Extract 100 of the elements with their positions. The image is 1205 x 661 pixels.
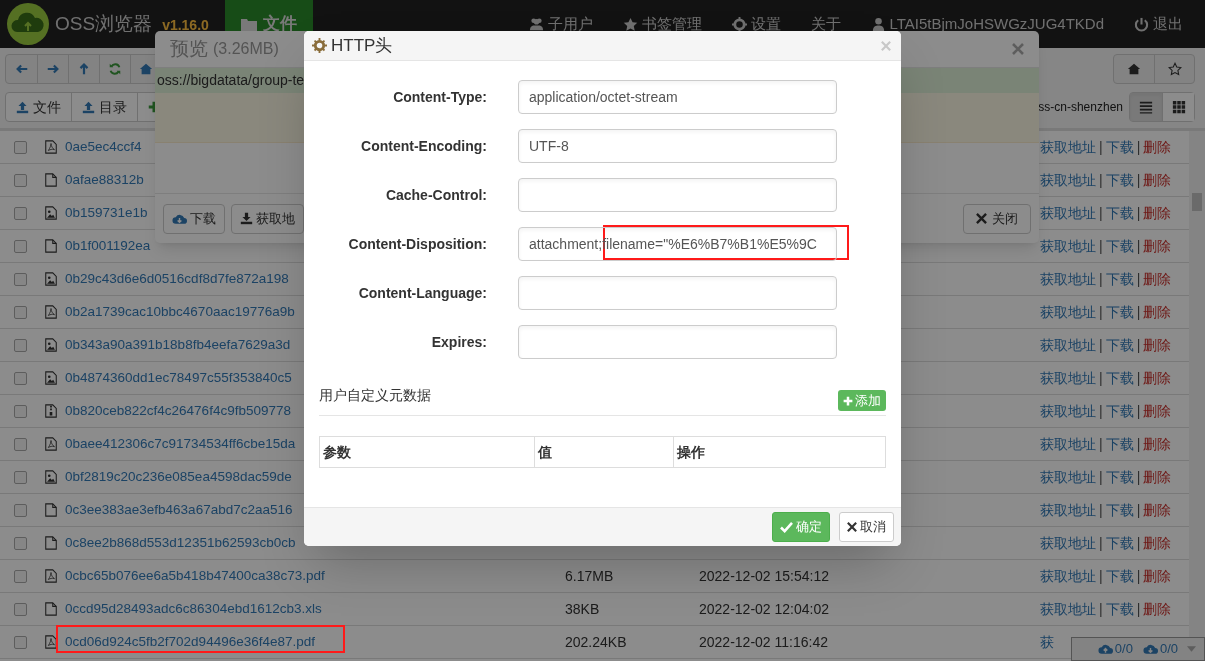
checkbox[interactable] <box>14 602 27 616</box>
action-link[interactable]: 下载 <box>1105 334 1134 356</box>
view-toggle-button[interactable] <box>1130 93 1162 121</box>
action-link[interactable]: 下载 <box>1105 565 1134 587</box>
footer-button[interactable]: 获取地 <box>231 203 304 234</box>
nav-menu-item[interactable]: 子用户 <box>528 12 593 36</box>
text-field[interactable]: application/octet-stream <box>518 80 837 114</box>
add-button[interactable]: 添加 <box>838 390 886 411</box>
action-link[interactable]: 下载 <box>1105 169 1134 191</box>
action-link[interactable]: 下载 <box>1105 136 1134 158</box>
action-link[interactable]: 下载 <box>1105 235 1134 257</box>
checkbox[interactable] <box>14 503 27 517</box>
delete-link[interactable]: 删除 <box>1143 367 1172 389</box>
delete-link[interactable]: 删除 <box>1143 400 1172 422</box>
delete-link[interactable]: 删除 <box>1143 466 1172 488</box>
file-name-link[interactable]: 0ae5ec4ccf4 <box>65 136 142 158</box>
checkbox[interactable] <box>14 173 27 187</box>
action-link[interactable]: 获取地址 <box>1040 136 1096 158</box>
action-link[interactable]: 获取地址 <box>1040 268 1096 290</box>
checkbox[interactable] <box>14 470 27 484</box>
action-link[interactable]: 获取地址 <box>1040 565 1096 587</box>
file-name-link[interactable]: 0cbc65b076ee6a5b418b47400ca38c73.pdf <box>65 565 325 587</box>
action-link[interactable]: 获取地址 <box>1040 169 1096 191</box>
action-link[interactable]: 获取地址 <box>1040 499 1096 521</box>
action-link[interactable]: 获取地址 <box>1040 466 1096 488</box>
action-link[interactable]: 下载 <box>1105 598 1134 620</box>
action-link[interactable]: 获取地址 <box>1040 235 1096 257</box>
file-name-link[interactable]: 0b2a1739cac10bbc4670aac19776a9b <box>65 301 295 323</box>
checkbox[interactable] <box>14 206 27 220</box>
file-name-link[interactable]: 0b343a90a391b18b8fb4eefa7629a3d <box>65 334 291 356</box>
action-link[interactable]: 下载 <box>1105 202 1134 224</box>
checkbox[interactable] <box>14 272 27 286</box>
bookmark-button-group[interactable] <box>1113 54 1195 84</box>
confirm-button[interactable]: 确定 <box>772 512 830 542</box>
action-link[interactable]: 获取地址 <box>1040 202 1096 224</box>
file-name-link[interactable]: 0b820ceb822cf4c26476f4c9fb509778 <box>65 400 291 422</box>
checkbox[interactable] <box>14 635 27 649</box>
delete-link[interactable]: 删除 <box>1143 334 1172 356</box>
delete-link[interactable]: 删除 <box>1143 136 1172 158</box>
view-toggle-group[interactable] <box>1129 92 1195 122</box>
delete-link[interactable]: 删除 <box>1143 598 1172 620</box>
action-link[interactable]: 获取地址 <box>1040 301 1096 323</box>
checkbox[interactable] <box>14 437 27 451</box>
checkbox[interactable] <box>14 140 27 154</box>
file-name-link[interactable]: 0baee412306c7c91734534ff6cbe15da <box>65 433 296 455</box>
delete-link[interactable]: 删除 <box>1143 268 1172 290</box>
checkbox[interactable] <box>14 338 27 352</box>
file-name-link[interactable]: 0afae88312b <box>65 169 144 191</box>
nav-menu-item[interactable]: 设置 <box>731 12 781 36</box>
action-link[interactable]: 下载 <box>1105 268 1134 290</box>
file-name-link[interactable]: 0ccd95d28493adc6c86304ebd1612cb3.xls <box>65 598 322 620</box>
file-name-link[interactable]: 0b1f001192ea <box>65 235 151 257</box>
text-field[interactable] <box>518 325 837 359</box>
checkbox[interactable] <box>14 569 27 583</box>
footer-button[interactable]: 下载 <box>163 203 225 234</box>
action-link[interactable]: 获取地址 <box>1040 367 1096 389</box>
action-link[interactable]: 下载 <box>1105 466 1134 488</box>
action-link[interactable]: 获取地址 <box>1040 598 1096 620</box>
checkbox[interactable] <box>14 536 27 550</box>
action-link[interactable]: 下载 <box>1105 367 1134 389</box>
checkbox[interactable] <box>14 239 27 253</box>
text-field[interactable]: UTF-8 <box>518 129 837 163</box>
upload-button[interactable]: 文件 <box>6 93 71 121</box>
nav-menu-item[interactable]: 关于 <box>810 12 841 36</box>
upload-button[interactable]: 目录 <box>71 93 137 121</box>
delete-link[interactable]: 删除 <box>1143 235 1172 257</box>
nav-menu-item[interactable]: LTAI5tBjmJoHSWGzJUG4TKDd <box>870 12 1104 36</box>
action-link[interactable]: 获 <box>1040 631 1054 653</box>
file-name-link[interactable]: 0bf2819c20c236e085ea4598dac59de <box>65 466 292 488</box>
cancel-button[interactable]: 取消 <box>839 512 894 542</box>
action-link[interactable]: 下载 <box>1105 301 1134 323</box>
action-link[interactable]: 下载 <box>1105 433 1134 455</box>
checkbox[interactable] <box>14 305 27 319</box>
close-button[interactable]: 关闭 <box>963 203 1031 234</box>
action-link[interactable]: 获取地址 <box>1040 400 1096 422</box>
file-name-link[interactable]: 0b4874360dd1ec78497c55f353840c5 <box>65 367 292 389</box>
checkbox[interactable] <box>14 404 27 418</box>
file-name-link[interactable]: 0cd06d924c5fb2f702d94496e36f4e87.pdf <box>65 631 315 653</box>
text-field[interactable] <box>518 178 837 212</box>
nav-menu-item[interactable]: 书签管理 <box>622 12 702 36</box>
action-link[interactable]: 下载 <box>1105 499 1134 521</box>
nav-menu-item[interactable]: 退出 <box>1134 12 1183 36</box>
delete-link[interactable]: 删除 <box>1143 532 1172 554</box>
delete-link[interactable]: 删除 <box>1143 202 1172 224</box>
file-name-link[interactable]: 0b29c43d6e6d0516cdf8d7fe872a198 <box>65 268 289 290</box>
file-name-link[interactable]: 0b159731e1b <box>65 202 148 224</box>
file-name-link[interactable]: 0c8ee2b868d553d12351b62593cb0cb <box>65 532 296 554</box>
checkbox[interactable] <box>14 371 27 385</box>
action-link[interactable]: 获取地址 <box>1040 334 1096 356</box>
action-link[interactable]: 获取地址 <box>1040 532 1096 554</box>
delete-link[interactable]: 删除 <box>1143 301 1172 323</box>
delete-link[interactable]: 删除 <box>1143 169 1172 191</box>
text-field[interactable] <box>518 276 837 310</box>
action-link[interactable]: 获取地址 <box>1040 433 1096 455</box>
delete-link[interactable]: 删除 <box>1143 499 1172 521</box>
view-toggle-button[interactable] <box>1162 93 1194 121</box>
file-name-link[interactable]: 0c3ee383ae3efb463a67abd7c2aa516 <box>65 499 293 521</box>
delete-link[interactable]: 删除 <box>1143 433 1172 455</box>
delete-link[interactable]: 删除 <box>1143 565 1172 587</box>
action-link[interactable]: 下载 <box>1105 400 1134 422</box>
